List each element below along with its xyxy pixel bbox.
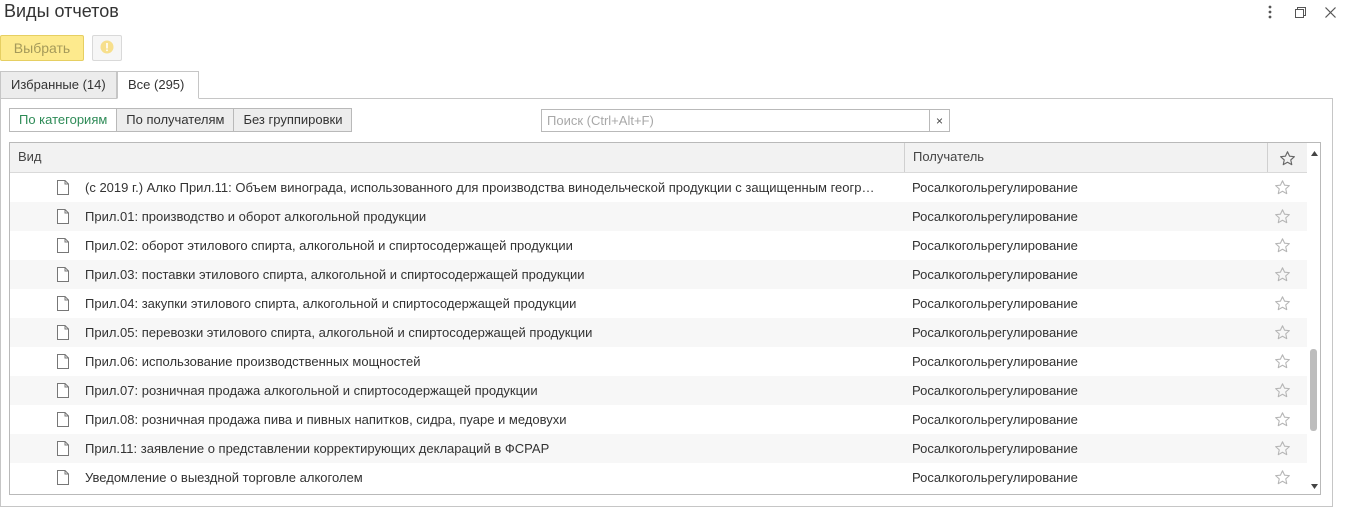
- recipient-name: Росалкогольрегулирование: [912, 470, 1078, 485]
- favorite-star-icon[interactable]: [1274, 295, 1291, 312]
- tab-favorites[interactable]: Избранные (14): [0, 71, 117, 99]
- document-icon: [57, 267, 69, 282]
- table-row[interactable]: Уведомление о выездной торговле алкоголе…: [10, 463, 1307, 492]
- recipient-name: Росалкогольрегулирование: [912, 354, 1078, 369]
- recipient-name: Росалкогольрегулирование: [912, 412, 1078, 427]
- recipient-name: Росалкогольрегулирование: [912, 325, 1078, 340]
- tab-all[interactable]: Все (295): [117, 71, 199, 99]
- report-type-name: Прил.03: поставки этилового спирта, алко…: [85, 267, 585, 282]
- more-vertical-icon[interactable]: [1259, 2, 1281, 22]
- report-type-name: Прил.04: закупки этилового спирта, алког…: [85, 296, 577, 311]
- favorite-star-icon[interactable]: [1274, 411, 1291, 428]
- report-type-name: Прил.08: розничная продажа пива и пивных…: [85, 412, 567, 427]
- document-icon: [57, 354, 69, 369]
- table-body: (с 2019 г.) Алко Прил.11: Объем виноград…: [10, 173, 1307, 492]
- favorite-star-icon[interactable]: [1274, 324, 1291, 341]
- report-type-name: Прил.05: перевозки этилового спирта, алк…: [85, 325, 593, 340]
- document-icon: [57, 180, 69, 195]
- favorite-star-icon[interactable]: [1274, 208, 1291, 225]
- recipient-name: Росалкогольрегулирование: [912, 209, 1078, 224]
- group-by-recipient-button[interactable]: По получателям: [117, 108, 235, 132]
- document-icon: [57, 296, 69, 311]
- report-type-name: Прил.06: использование производственных …: [85, 354, 421, 369]
- report-type-name: (с 2019 г.) Алко Прил.11: Объем виноград…: [85, 180, 875, 195]
- vertical-scrollbar[interactable]: [1307, 143, 1320, 494]
- favorite-star-icon[interactable]: [1274, 179, 1291, 196]
- report-type-name: Уведомление о выездной торговле алкоголе…: [85, 470, 363, 485]
- table-row[interactable]: Прил.01: производство и оборот алкогольн…: [10, 202, 1307, 231]
- favorite-star-icon[interactable]: [1274, 469, 1291, 486]
- table-row[interactable]: Прил.06: использование производственных …: [10, 347, 1307, 376]
- favorite-star-icon[interactable]: [1274, 440, 1291, 457]
- favorite-star-icon[interactable]: [1274, 266, 1291, 283]
- table-header: Вид Получатель: [10, 143, 1307, 173]
- document-icon: [57, 441, 69, 456]
- group-by-category-button[interactable]: По категориям: [9, 108, 118, 132]
- report-type-name: Прил.01: производство и оборот алкогольн…: [85, 209, 427, 224]
- favorite-star-icon[interactable]: [1274, 237, 1291, 254]
- table-row[interactable]: Прил.07: розничная продажа алкогольной и…: [10, 376, 1307, 405]
- report-types-table: Вид Получатель (с 2019 г.) Алко Прил.11:…: [9, 142, 1321, 495]
- document-icon: [57, 383, 69, 398]
- search-input[interactable]: Поиск (Ctrl+Alt+F): [541, 109, 930, 132]
- recipient-name: Росалкогольрегулирование: [912, 238, 1078, 253]
- document-icon: [57, 412, 69, 427]
- grouping-toggle: По категориям По получателям Без группир…: [9, 108, 353, 132]
- document-icon: [57, 325, 69, 340]
- recipient-name: Росалкогольрегулирование: [912, 180, 1078, 195]
- document-icon: [57, 238, 69, 253]
- recipient-name: Росалкогольрегулирование: [912, 296, 1078, 311]
- close-icon[interactable]: [1319, 2, 1341, 22]
- table-row[interactable]: Прил.04: закупки этилового спирта, алког…: [10, 289, 1307, 318]
- recipient-name: Росалкогольрегулирование: [912, 441, 1078, 456]
- table-row[interactable]: (с 2019 г.) Алко Прил.11: Объем виноград…: [10, 173, 1307, 202]
- recipient-name: Росалкогольрегулирование: [912, 267, 1078, 282]
- column-header-type[interactable]: Вид: [10, 143, 905, 172]
- restore-icon[interactable]: [1289, 2, 1311, 22]
- favorite-star-icon[interactable]: [1274, 353, 1291, 370]
- info-icon: [100, 40, 114, 57]
- report-type-name: Прил.11: заявление о представлении корре…: [85, 441, 550, 456]
- scroll-up-icon[interactable]: [1309, 148, 1319, 158]
- info-button[interactable]: [92, 35, 122, 61]
- report-type-name: Прил.02: оборот этилового спирта, алкого…: [85, 238, 573, 253]
- search-clear-button[interactable]: ×: [929, 109, 950, 132]
- document-icon: [57, 470, 69, 485]
- no-grouping-button[interactable]: Без группировки: [234, 108, 353, 132]
- table-row[interactable]: Прил.11: заявление о представлении корре…: [10, 434, 1307, 463]
- table-row[interactable]: Прил.02: оборот этилового спирта, алкого…: [10, 231, 1307, 260]
- table-row[interactable]: Прил.05: перевозки этилового спирта, алк…: [10, 318, 1307, 347]
- column-header-recipient[interactable]: Получатель: [904, 143, 1268, 172]
- report-type-name: Прил.07: розничная продажа алкогольной и…: [85, 383, 538, 398]
- table-row[interactable]: Прил.03: поставки этилового спирта, алко…: [10, 260, 1307, 289]
- column-header-favorite[interactable]: [1267, 143, 1307, 172]
- document-icon: [57, 209, 69, 224]
- select-button[interactable]: Выбрать: [0, 35, 84, 61]
- recipient-name: Росалкогольрегулирование: [912, 383, 1078, 398]
- table-row[interactable]: Прил.08: розничная продажа пива и пивных…: [10, 405, 1307, 434]
- scroll-down-icon[interactable]: [1309, 481, 1319, 491]
- scrollbar-thumb[interactable]: [1310, 349, 1317, 431]
- favorite-star-icon[interactable]: [1274, 382, 1291, 399]
- window-title: Виды отчетов: [4, 1, 119, 21]
